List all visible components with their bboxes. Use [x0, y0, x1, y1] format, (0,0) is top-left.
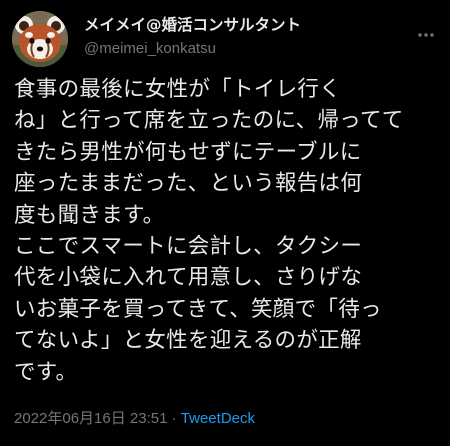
meta-separator: ·	[171, 410, 177, 427]
tweet-card: メイメイ@婚活コンサルタント @meimei_konkatsu 食事の最後に女性…	[0, 0, 450, 446]
tweet-line: です。	[14, 359, 78, 385]
tweet-line: ね」と行って席を立ったのに、帰ってて	[14, 108, 404, 134]
avatar[interactable]	[12, 11, 68, 67]
more-options-icon[interactable]	[416, 25, 436, 45]
source-link[interactable]: TweetDeck	[181, 410, 255, 427]
tweet-line: 代を小袋に入れて用意し、さりげな	[14, 265, 363, 291]
tweet-line: 食事の最後に女性が「トイレ行く	[14, 77, 342, 102]
tweet-line: きたら男性が何もせずにテーブルに	[14, 139, 362, 165]
tweet-line: ここでスマートに会計し、タクシー	[14, 234, 363, 260]
red-panda-avatar-icon	[12, 11, 68, 67]
tweet-meta: 2022年06月16日 23:51 · TweetDeck	[14, 409, 255, 429]
tweet-line: いお菓子を買ってきて、笑顔で「待っ	[14, 296, 382, 322]
author-names: メイメイ@婚活コンサルタント @meimei_konkatsu	[84, 15, 404, 59]
display-name[interactable]: メイメイ@婚活コンサルタント	[84, 15, 404, 35]
tweet-line: 座ったままだった、という報告は何	[14, 171, 363, 197]
timestamp[interactable]: 2022年06月16日 23:51	[14, 410, 167, 427]
tweet-text: 食事の最後に女性が「トイレ行く ね」と行って席を立ったのに、帰ってて きたら男性…	[14, 74, 440, 388]
tweet-line: 度も聞きます。	[14, 202, 165, 228]
username-handle[interactable]: @meimei_konkatsu	[84, 39, 404, 59]
tweet-header: メイメイ@婚活コンサルタント @meimei_konkatsu	[12, 11, 438, 67]
tweet-line: てないよ」と女性を迎えるのが正解	[14, 328, 362, 354]
